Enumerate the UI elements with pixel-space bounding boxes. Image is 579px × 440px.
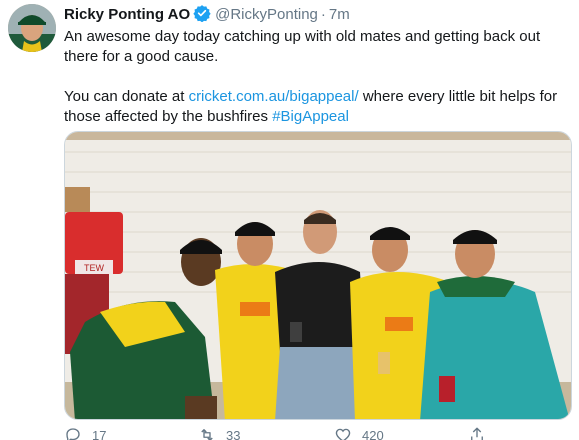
hashtag-link[interactable]: #BigAppeal bbox=[272, 108, 349, 125]
donation-link[interactable]: cricket.com.au/bigappeal/ bbox=[189, 88, 359, 105]
separator-dot: · bbox=[320, 6, 326, 23]
tweet-paragraph-2: You can donate at cricket.com.au/bigappe… bbox=[64, 87, 574, 127]
timestamp[interactable]: 7m bbox=[329, 6, 350, 23]
verified-badge-icon bbox=[193, 4, 211, 29]
display-name[interactable]: Ricky Ponting AO bbox=[64, 6, 190, 23]
retweet-button[interactable]: 33 bbox=[198, 426, 240, 440]
user-handle[interactable]: @RickyPonting bbox=[215, 6, 318, 23]
tweet-text: An awesome day today catching up with ol… bbox=[64, 27, 574, 127]
tweet-paragraph-1: An awesome day today catching up with ol… bbox=[64, 28, 541, 65]
reply-count: 17 bbox=[92, 427, 107, 440]
heart-icon bbox=[334, 426, 352, 440]
share-icon bbox=[468, 426, 486, 440]
share-button[interactable] bbox=[468, 426, 486, 440]
tweet-photo[interactable]: TEW bbox=[64, 131, 572, 420]
tweet-actions: 17 33 420 bbox=[64, 426, 574, 440]
like-button[interactable]: 420 bbox=[334, 426, 384, 440]
donate-text-prefix: You can donate at bbox=[64, 88, 189, 105]
tweet-header: Ricky Ponting AO @RickyPonting · 7m bbox=[64, 4, 350, 26]
like-count: 420 bbox=[362, 427, 384, 440]
photo-scene: TEW bbox=[65, 132, 571, 419]
avatar[interactable] bbox=[8, 4, 56, 52]
cooler-label: TEW bbox=[84, 263, 105, 273]
tweet-card[interactable]: Ricky Ponting AO @RickyPonting · 7m An awes… bbox=[0, 0, 579, 440]
retweet-icon bbox=[198, 426, 216, 440]
reply-icon bbox=[64, 426, 82, 440]
reply-button[interactable]: 17 bbox=[64, 426, 106, 440]
retweet-count: 33 bbox=[226, 427, 241, 440]
